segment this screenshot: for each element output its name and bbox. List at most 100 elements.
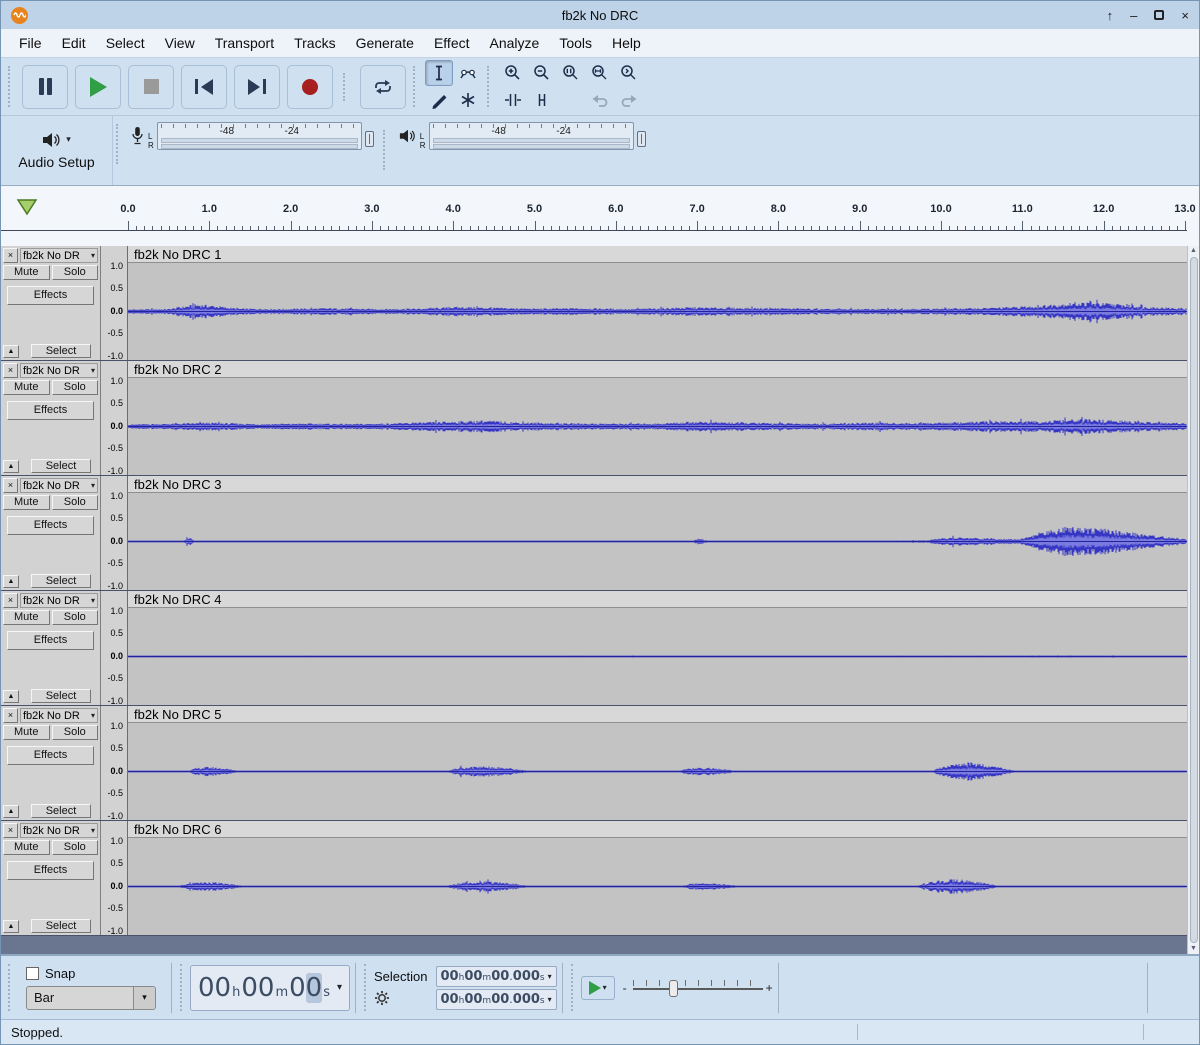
waveform-clip[interactable]: fb2k No DRC 6 [128, 821, 1187, 935]
solo-button[interactable]: Solo [51, 380, 98, 395]
titlebar[interactable]: fb2k No DRC ↑ – × [1, 1, 1199, 29]
mute-button[interactable]: Mute [3, 380, 50, 395]
toolbar-grip[interactable] [382, 130, 390, 170]
minimize-button[interactable]: – [1130, 9, 1137, 22]
clip-header[interactable]: fb2k No DRC 6 [128, 821, 1187, 838]
redo-button[interactable] [615, 87, 643, 113]
menu-tracks[interactable]: Tracks [284, 30, 345, 56]
zoom-toggle-button[interactable] [615, 60, 643, 86]
track-name-menu[interactable]: fb2k No DR ▾ [20, 823, 98, 838]
skip-to-end-button[interactable] [234, 64, 280, 109]
draw-tool-button[interactable] [425, 87, 453, 113]
waveform[interactable] [128, 723, 1187, 820]
toolbar-grip[interactable] [487, 66, 494, 107]
effects-button[interactable]: Effects [7, 401, 94, 420]
solo-button[interactable]: Solo [51, 610, 98, 625]
chevron-down-icon[interactable]: ▾ [337, 982, 342, 993]
menu-tools[interactable]: Tools [549, 30, 602, 56]
select-track-button[interactable]: Select [31, 574, 91, 588]
meter-slider-handle[interactable] [636, 130, 646, 147]
meter-slider-handle[interactable] [364, 130, 374, 147]
record-button[interactable] [287, 64, 333, 109]
solo-button[interactable]: Solo [51, 265, 98, 280]
select-track-button[interactable]: Select [31, 344, 91, 358]
mute-button[interactable]: Mute [3, 495, 50, 510]
vertical-scale-ruler[interactable]: 1.0 0.5 0.0 -0.5 -1.0 [101, 476, 128, 590]
fit-selection-button[interactable] [557, 60, 585, 86]
select-track-button[interactable]: Select [31, 689, 91, 703]
toolbar-grip[interactable] [180, 964, 187, 1011]
recording-meter[interactable]: LR -48 -24 [126, 122, 378, 150]
mute-button[interactable]: Mute [3, 265, 50, 280]
play-at-speed-button[interactable]: ▾ [580, 975, 615, 1000]
snap-mode-combo[interactable]: Bar ▾ [26, 985, 156, 1010]
track-close-button[interactable]: × [3, 248, 18, 263]
loop-button[interactable] [360, 64, 406, 109]
vertical-scale-ruler[interactable]: 1.0 0.5 0.0 -0.5 -1.0 [101, 821, 128, 935]
menu-edit[interactable]: Edit [52, 30, 96, 56]
track-close-button[interactable]: × [3, 363, 18, 378]
track-name-menu[interactable]: fb2k No DR ▾ [20, 708, 98, 723]
waveform-clip[interactable]: fb2k No DRC 2 [128, 361, 1187, 475]
stop-button[interactable] [128, 64, 174, 109]
play-region-marker-icon[interactable] [16, 198, 38, 216]
skip-to-start-button[interactable] [181, 64, 227, 109]
play-button[interactable] [75, 64, 121, 109]
audio-setup-button[interactable]: ▾ Audio Setup [1, 116, 113, 185]
collapse-track-button[interactable]: ▲ [3, 689, 19, 703]
track-name-menu[interactable]: fb2k No DR ▾ [20, 248, 98, 263]
track-name-menu[interactable]: fb2k No DR ▾ [20, 593, 98, 608]
solo-button[interactable]: Solo [51, 840, 98, 855]
scroll-up-icon[interactable]: ▲ [1190, 246, 1197, 256]
collapse-track-button[interactable]: ▲ [3, 574, 19, 588]
track-close-button[interactable]: × [3, 478, 18, 493]
toolbar-grip[interactable] [8, 964, 15, 1011]
select-track-button[interactable]: Select [31, 919, 91, 933]
collapse-track-button[interactable]: ▲ [3, 919, 19, 933]
waveform[interactable] [128, 378, 1187, 475]
toolbar-grip[interactable] [413, 66, 420, 107]
track-close-button[interactable]: × [3, 823, 18, 838]
collapse-track-button[interactable]: ▲ [3, 804, 19, 818]
timeline-ruler[interactable]: 0.0 1.0 2.0 3.0 4.0 5.0 6.0 7.0 8.0 9.0 10.0 11.0 12… [1, 186, 1199, 246]
track-close-button[interactable]: × [3, 708, 18, 723]
effects-button[interactable]: Effects [7, 746, 94, 765]
mute-button[interactable]: Mute [3, 610, 50, 625]
vertical-scale-ruler[interactable]: 1.0 0.5 0.0 -0.5 -1.0 [101, 246, 128, 360]
audio-position-display[interactable]: 00h00m00s ▾ [190, 964, 351, 1011]
waveform-clip[interactable]: fb2k No DRC 3 [128, 476, 1187, 590]
zoom-out-button[interactable] [528, 60, 556, 86]
track-close-button[interactable]: × [3, 593, 18, 608]
toolbar-grip[interactable] [343, 72, 350, 101]
vertical-scrollbar[interactable]: ▲ ▼ [1187, 246, 1199, 954]
playback-speed-slider[interactable]: - + [623, 975, 773, 1001]
effects-button[interactable]: Effects [7, 286, 94, 305]
selection-tool-button[interactable] [425, 60, 453, 86]
waveform[interactable] [128, 608, 1187, 705]
clip-header[interactable]: fb2k No DRC 2 [128, 361, 1187, 378]
clip-header[interactable]: fb2k No DRC 4 [128, 591, 1187, 608]
vertical-scale-ruler[interactable]: 1.0 0.5 0.0 -0.5 -1.0 [101, 361, 128, 475]
menu-select[interactable]: Select [96, 30, 155, 56]
clip-header[interactable]: fb2k No DRC 1 [128, 246, 1187, 263]
toolbar-grip[interactable] [116, 124, 123, 164]
multi-tool-button[interactable] [454, 87, 482, 113]
pause-button[interactable] [22, 64, 68, 109]
chevron-down-icon[interactable]: ▾ [133, 986, 155, 1009]
clip-header[interactable]: fb2k No DRC 5 [128, 706, 1187, 723]
effects-button[interactable]: Effects [7, 631, 94, 650]
chevron-down-icon[interactable]: ▾ [548, 995, 552, 1004]
menu-file[interactable]: File [9, 30, 52, 56]
waveform-clip[interactable]: fb2k No DRC 5 [128, 706, 1187, 820]
toolbar-grip[interactable] [364, 964, 371, 1011]
menu-generate[interactable]: Generate [346, 30, 424, 56]
trim-audio-button[interactable] [499, 87, 527, 113]
silence-audio-button[interactable] [528, 87, 556, 113]
selection-start-field[interactable]: 00h00m00.000s ▾ [435, 965, 557, 987]
vertical-scale-ruler[interactable]: 1.0 0.5 0.0 -0.5 -1.0 [101, 706, 128, 820]
solo-button[interactable]: Solo [51, 725, 98, 740]
keep-above-icon[interactable]: ↑ [1107, 9, 1114, 22]
waveform[interactable] [128, 838, 1187, 935]
close-button[interactable]: × [1181, 9, 1189, 22]
snap-checkbox[interactable] [26, 966, 39, 980]
